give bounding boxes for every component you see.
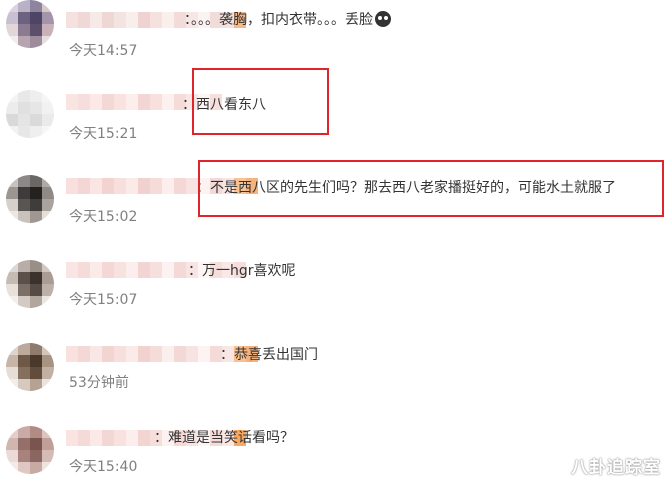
highlight-box	[192, 68, 329, 135]
comment-text: ：。。。袭胸，扣内衣带。。。丢脸	[184, 10, 391, 30]
avatar[interactable]	[6, 90, 54, 138]
comment-text: ：难道是当笑话看吗？	[154, 430, 294, 446]
comment-text: ：恭喜丢出国门	[220, 347, 318, 363]
comment-item: ：。。。袭胸，扣内衣带。。。丢脸 今天14:57	[0, 0, 669, 80]
watermark-text: 八卦追踪室	[571, 458, 661, 478]
avatar[interactable]	[6, 175, 54, 223]
comment-item: ：恭喜丢出国门 53分钟前	[0, 335, 669, 415]
avatar[interactable]	[6, 0, 54, 48]
comment-item: ：万一hgr喜欢呢 今天15:07	[0, 250, 669, 330]
comment-timestamp: 今天14:57	[69, 43, 138, 59]
avatar[interactable]	[6, 260, 54, 308]
comment-timestamp: 今天15:07	[69, 292, 138, 308]
comment-timestamp: 今天15:21	[69, 126, 138, 142]
avatar[interactable]	[6, 426, 54, 474]
comment-text: ：万一hgr喜欢呢	[188, 263, 296, 279]
highlight-box	[198, 160, 664, 217]
comment-timestamp: 今天15:02	[69, 209, 138, 225]
avatar[interactable]	[6, 343, 54, 391]
sad-face-icon	[375, 11, 391, 27]
comment-item: ：难道是当笑话看吗？ 今天15:40	[0, 418, 669, 498]
comment-item: ：西八看东八 今天15:21	[0, 80, 669, 160]
comment-timestamp: 53分钟前	[69, 375, 129, 391]
comment-timestamp: 今天15:40	[69, 459, 138, 475]
